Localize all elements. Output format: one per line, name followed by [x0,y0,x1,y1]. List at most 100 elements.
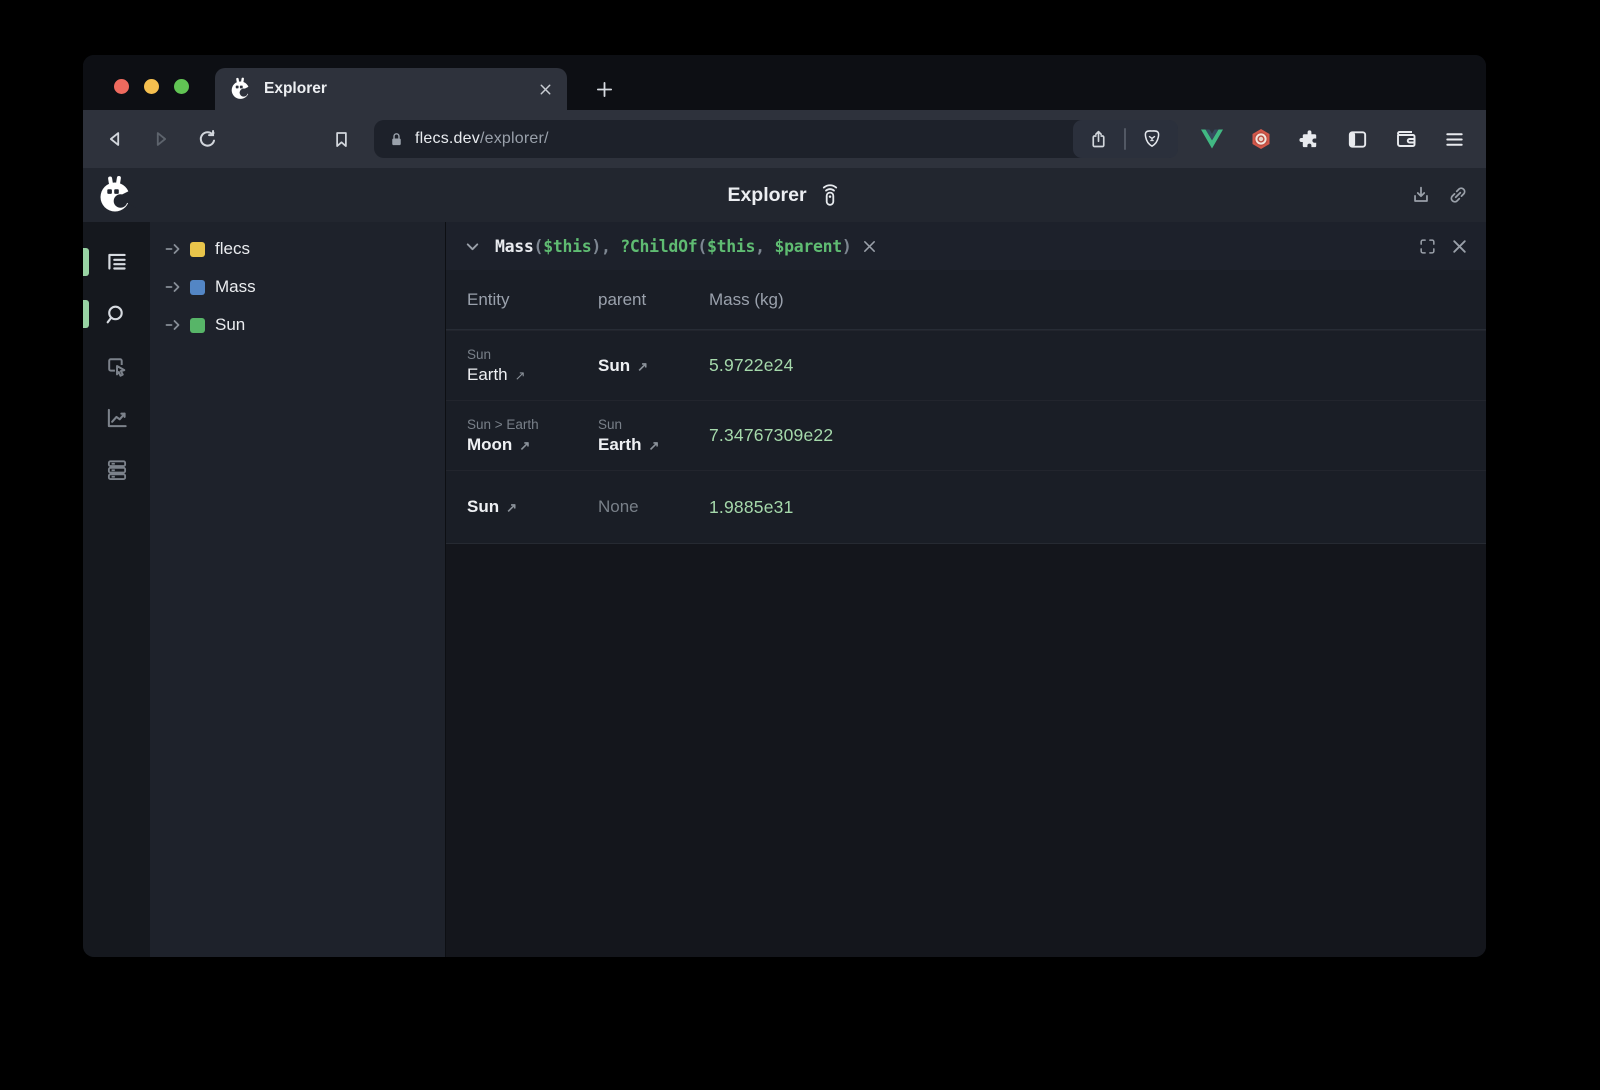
entity-link[interactable]: Earth↗ [467,365,598,385]
column-header-entity: Entity [467,290,598,310]
hexagon-extension-icon[interactable] [1249,127,1273,151]
reload-button[interactable] [195,127,219,151]
component-color-square [190,280,205,295]
download-icon[interactable] [1410,184,1432,206]
remote-connection-icon[interactable] [818,182,842,208]
column-header-parent: parent [598,290,709,310]
flecs-favicon [229,77,253,101]
close-query-panel-icon[interactable] [1451,238,1468,255]
chart-icon [104,405,130,431]
divider [1124,128,1126,150]
tab-title: Explorer [264,80,327,98]
mass-cell: 7.34767309e22 [709,425,1486,446]
entity-color-square [190,318,205,333]
minimize-window-button[interactable] [144,79,159,94]
entity-link[interactable]: Sun↗ [467,497,598,517]
parent-link[interactable]: Earth↗ [598,435,709,455]
entity-link[interactable]: Moon↗ [467,435,598,455]
share-icon[interactable] [1088,129,1109,150]
new-tab-button[interactable] [588,73,620,105]
open-entity-icon: ↗ [637,359,648,374]
vue-devtools-icon[interactable] [1200,128,1224,150]
query-bar[interactable]: Mass($this), ?ChildOf($this, $parent) [446,222,1486,270]
tab-close-icon[interactable] [538,82,553,97]
mass-value: 7.34767309e22 [709,425,833,445]
main-area: flecs Mass Sun [83,222,1486,957]
lock-icon [388,131,405,148]
active-indicator [83,248,89,276]
mass-value: 5.9722e24 [709,355,794,375]
tab-strip: Explorer [83,55,1486,110]
column-header-mass: Mass (kg) [709,290,1486,310]
tree-item-label: Sun [215,315,245,335]
panel-tab-charts[interactable] [83,392,150,444]
app-header: Explorer [83,168,1486,222]
query-expression[interactable]: Mass($this), ?ChildOf($this, $parent) [495,237,852,256]
parent-none: None [598,497,709,517]
fullscreen-icon[interactable] [1418,237,1437,256]
extensions-row [1200,127,1466,151]
link-icon[interactable] [1447,184,1469,206]
tree-item-label: flecs [215,239,250,259]
browser-window: Explorer [83,55,1486,957]
empty-content-area [446,544,1486,957]
open-entity-icon: ↗ [515,368,526,383]
back-button[interactable] [103,127,127,151]
header-actions [1410,168,1469,222]
parent-cell: Sun Earth↗ [598,417,709,455]
results-header-row: Entity parent Mass (kg) [446,270,1486,330]
mass-value: 1.9885e31 [709,497,794,517]
browser-tab-explorer[interactable]: Explorer [215,68,567,110]
sidebar-toggle-icon[interactable] [1346,128,1369,151]
brave-shields-icon[interactable] [1141,128,1163,150]
bookmark-button[interactable] [329,127,353,151]
table-row: Sun > Earth Moon↗ Sun Earth↗ 7.34767309e… [446,400,1486,470]
panel-tab-commands[interactable] [83,444,150,496]
entity-path: Sun > Earth [467,417,598,432]
expand-arrow-icon[interactable] [165,280,181,294]
url-actions [1073,120,1178,158]
query-results-table: Entity parent Mass (kg) Sun Earth↗ Sun↗ … [446,270,1486,544]
query-clear-icon[interactable] [862,239,877,254]
open-entity-icon: ↗ [648,438,659,453]
close-window-button[interactable] [114,79,129,94]
tree-icon [104,249,130,275]
forward-button[interactable] [149,127,173,151]
tree-item-flecs[interactable]: flecs [150,230,445,268]
table-row: Sun Earth↗ Sun↗ 5.9722e24 [446,330,1486,400]
tree-item-mass[interactable]: Mass [150,268,445,306]
mass-cell: 1.9885e31 [709,497,1486,518]
entity-path: Sun [467,347,598,362]
entity-cell: Sun Earth↗ [467,347,598,385]
window-controls [114,79,189,94]
tree-item-sun[interactable]: Sun [150,306,445,344]
page-title: Explorer [83,168,1486,222]
menu-hamburger-icon[interactable] [1443,128,1466,151]
url-text: flecs.dev/explorer/ [415,130,549,148]
expand-arrow-icon[interactable] [165,318,181,332]
panel-icon-rail [83,222,150,957]
parent-link[interactable]: Sun↗ [598,356,709,376]
panel-tab-search[interactable] [83,288,150,340]
entity-cell: Sun > Earth Moon↗ [467,417,598,455]
mass-cell: 5.9722e24 [709,355,1486,376]
zoom-window-button[interactable] [174,79,189,94]
open-entity-icon: ↗ [519,438,530,453]
parent-cell: None [598,497,709,517]
url-bar[interactable]: flecs.dev/explorer/ [374,120,1178,158]
wallet-icon[interactable] [1394,127,1418,151]
entity-cell: Sun↗ [467,497,598,517]
parent-path: Sun [598,417,709,432]
search-icon [104,302,129,327]
panel-tab-tree[interactable] [83,236,150,288]
module-color-square [190,242,205,257]
browser-toolbar: flecs.dev/explorer/ [83,110,1486,168]
inspector-icon [104,354,129,379]
collapse-chevron-icon[interactable] [464,238,481,255]
expand-arrow-icon[interactable] [165,242,181,256]
extensions-puzzle-icon[interactable] [1298,128,1321,151]
panel-tab-inspector[interactable] [83,340,150,392]
table-row: Sun↗ None 1.9885e31 [446,470,1486,543]
query-content-area: Mass($this), ?ChildOf($this, $parent) [445,222,1486,957]
active-indicator [83,300,89,328]
